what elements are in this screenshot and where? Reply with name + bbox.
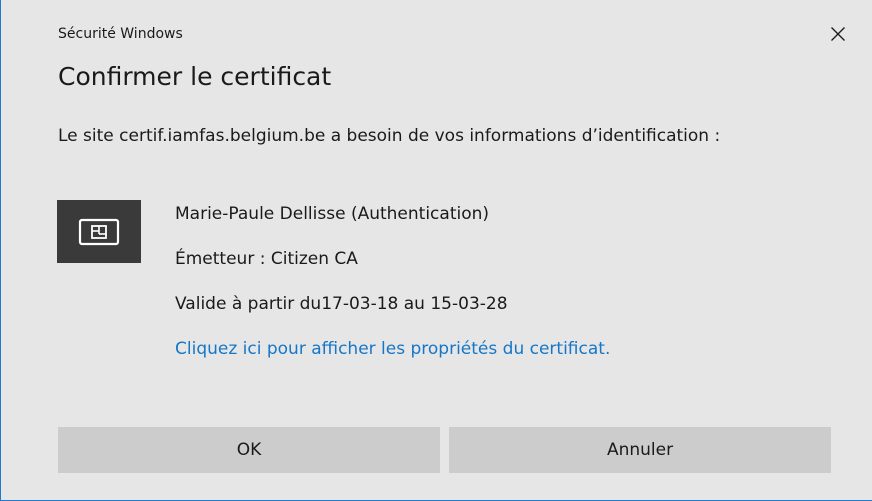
certificate-name: Marie-Paule Dellisse (Authentication) (175, 204, 490, 224)
dialog-message: Le site certif.iamfas.belgium.be a besoi… (58, 126, 721, 146)
ok-button[interactable]: OK (58, 427, 440, 473)
window-title: Sécurité Windows (58, 26, 183, 42)
close-icon (831, 27, 845, 41)
dialog-heading: Confirmer le certificat (58, 62, 332, 91)
certificate-properties-link[interactable]: Cliquez ici pour afficher les propriétés… (175, 337, 675, 362)
certificate-card-icon (57, 200, 141, 263)
certificate-validity: Valide à partir du17-03-18 au 15-03-28 (175, 294, 508, 314)
close-button[interactable] (822, 18, 854, 50)
certificate-issuer: Émetteur : Citizen CA (175, 249, 358, 269)
cancel-button[interactable]: Annuler (449, 427, 831, 473)
credential-dialog: Sécurité Windows Confirmer le certificat… (0, 0, 872, 501)
certificate-details: Marie-Paule Dellisse (Authentication) Ém… (175, 202, 775, 362)
